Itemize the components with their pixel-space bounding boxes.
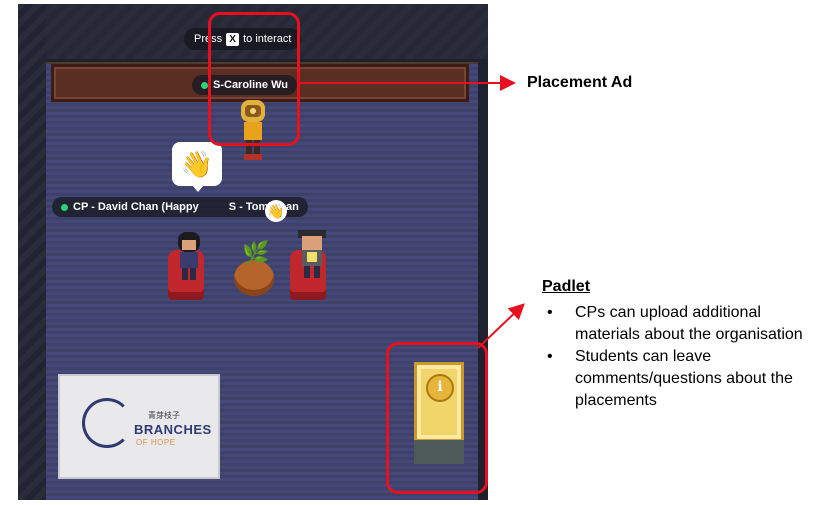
padlet-arrow — [477, 303, 525, 349]
padlet-point-1: CPs can upload additional materials abou… — [545, 302, 815, 346]
padlet-label: Padlet — [542, 278, 591, 295]
padlet-feature-list: CPs can upload additional materials abou… — [545, 302, 815, 412]
padlet-point-2: Students can leave comments/questions ab… — [545, 346, 815, 412]
annotation-arrows — [300, 75, 525, 349]
placement-ad-label: Placement Ad — [527, 74, 633, 91]
